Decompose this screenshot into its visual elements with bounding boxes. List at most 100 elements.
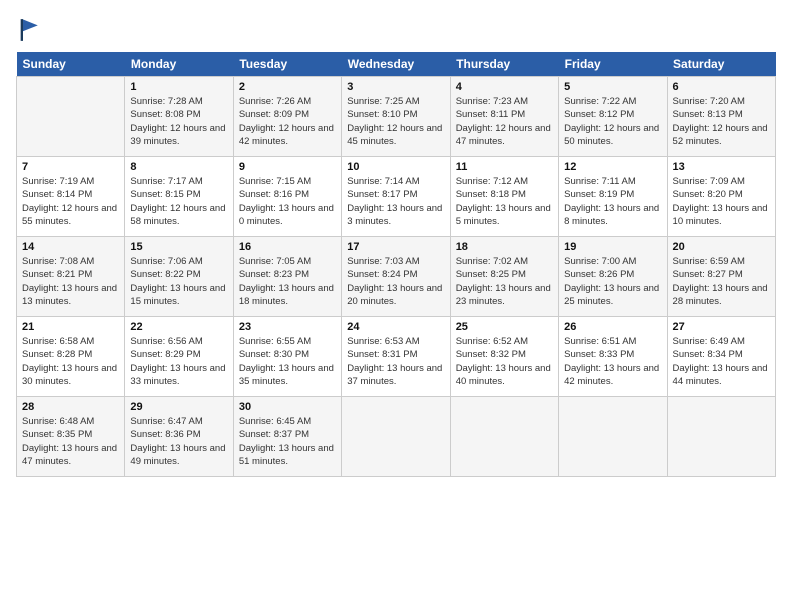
calendar-week-row: 1 Sunrise: 7:28 AMSunset: 8:08 PMDaylight… [17,77,776,157]
day-info: Sunrise: 7:14 AMSunset: 8:17 PMDaylight:… [347,175,444,228]
calendar-cell: 6 Sunrise: 7:20 AMSunset: 8:13 PMDaylight… [667,77,775,157]
calendar-cell: 29 Sunrise: 6:47 AMSunset: 8:36 PMDayligh… [125,397,233,477]
day-info: Sunrise: 6:53 AMSunset: 8:31 PMDaylight:… [347,335,444,388]
day-number: 17 [347,241,444,253]
calendar-cell: 15 Sunrise: 7:06 AMSunset: 8:22 PMDayligh… [125,237,233,317]
calendar-cell: 12 Sunrise: 7:11 AMSunset: 8:19 PMDayligh… [559,157,667,237]
day-info: Sunrise: 7:23 AMSunset: 8:11 PMDaylight:… [456,95,553,148]
day-number: 16 [239,241,336,253]
day-number: 3 [347,81,444,93]
day-info: Sunrise: 7:22 AMSunset: 8:12 PMDaylight:… [564,95,661,148]
header-monday: Monday [125,52,233,77]
header-saturday: Saturday [667,52,775,77]
calendar-cell: 5 Sunrise: 7:22 AMSunset: 8:12 PMDaylight… [559,77,667,157]
day-info: Sunrise: 7:05 AMSunset: 8:23 PMDaylight:… [239,255,336,308]
day-info: Sunrise: 6:45 AMSunset: 8:37 PMDaylight:… [239,415,336,468]
calendar-cell: 27Sunrise: 6:49 AMSunset: 8:34 PMDayligh… [667,317,775,397]
day-info: Sunrise: 7:11 AMSunset: 8:19 PMDaylight:… [564,175,661,228]
calendar-cell: 18 Sunrise: 7:02 AMSunset: 8:25 PMDayligh… [450,237,558,317]
day-number: 4 [456,81,553,93]
header [16,16,776,44]
header-tuesday: Tuesday [233,52,341,77]
logo [16,16,48,44]
day-number: 15 [130,241,227,253]
calendar-cell [342,397,450,477]
day-info: Sunrise: 7:15 AMSunset: 8:16 PMDaylight:… [239,175,336,228]
day-info: Sunrise: 7:02 AMSunset: 8:25 PMDaylight:… [456,255,553,308]
day-number: 10 [347,161,444,173]
calendar-cell: 19 Sunrise: 7:00 AMSunset: 8:26 PMDayligh… [559,237,667,317]
day-info: Sunrise: 7:25 AMSunset: 8:10 PMDaylight:… [347,95,444,148]
calendar-cell [450,397,558,477]
calendar-cell: 25Sunrise: 6:52 AMSunset: 8:32 PMDayligh… [450,317,558,397]
day-info: Sunrise: 7:12 AMSunset: 8:18 PMDaylight:… [456,175,553,228]
calendar-cell: 10 Sunrise: 7:14 AMSunset: 8:17 PMDayligh… [342,157,450,237]
calendar-cell: 30 Sunrise: 6:45 AMSunset: 8:37 PMDayligh… [233,397,341,477]
day-info: Sunrise: 6:51 AMSunset: 8:33 PMDaylight:… [564,335,661,388]
day-info: Sunrise: 6:48 AMSunset: 8:35 PMDaylight:… [22,415,119,468]
day-number: 18 [456,241,553,253]
calendar-cell: 11 Sunrise: 7:12 AMSunset: 8:18 PMDayligh… [450,157,558,237]
day-info: Sunrise: 6:58 AMSunset: 8:28 PMDaylight:… [22,335,119,388]
calendar-cell: 1 Sunrise: 7:28 AMSunset: 8:08 PMDaylight… [125,77,233,157]
generalblue-logo-icon [16,16,44,44]
calendar-cell: 20Sunrise: 6:59 AMSunset: 8:27 PMDayligh… [667,237,775,317]
calendar-week-row: 14 Sunrise: 7:08 AMSunset: 8:21 PMDayligh… [17,237,776,317]
header-wednesday: Wednesday [342,52,450,77]
calendar-cell: 17 Sunrise: 7:03 AMSunset: 8:24 PMDayligh… [342,237,450,317]
day-number: 12 [564,161,661,173]
day-number: 20 [673,241,770,253]
calendar-cell [17,77,125,157]
calendar-cell: 8Sunrise: 7:17 AMSunset: 8:15 PMDaylight… [125,157,233,237]
day-info: Sunrise: 6:55 AMSunset: 8:30 PMDaylight:… [239,335,336,388]
day-info: Sunrise: 6:52 AMSunset: 8:32 PMDaylight:… [456,335,553,388]
header-sunday: Sunday [17,52,125,77]
day-number: 29 [130,401,227,413]
day-number: 6 [673,81,770,93]
calendar-week-row: 28 Sunrise: 6:48 AMSunset: 8:35 PMDayligh… [17,397,776,477]
day-info: Sunrise: 7:28 AMSunset: 8:08 PMDaylight:… [130,95,227,148]
day-number: 11 [456,161,553,173]
day-info: Sunrise: 7:00 AMSunset: 8:26 PMDaylight:… [564,255,661,308]
day-number: 27 [673,321,770,333]
calendar-cell: 13 Sunrise: 7:09 AMSunset: 8:20 PMDayligh… [667,157,775,237]
calendar-week-row: 7 Sunrise: 7:19 AMSunset: 8:14 PMDaylight… [17,157,776,237]
day-number: 14 [22,241,119,253]
day-info: Sunrise: 7:09 AMSunset: 8:20 PMDaylight:… [673,175,770,228]
day-number: 23 [239,321,336,333]
calendar-table: SundayMondayTuesdayWednesdayThursdayFrid… [16,52,776,477]
calendar-cell: 9 Sunrise: 7:15 AMSunset: 8:16 PMDaylight… [233,157,341,237]
calendar-week-row: 21Sunrise: 6:58 AMSunset: 8:28 PMDayligh… [17,317,776,397]
day-number: 30 [239,401,336,413]
day-number: 28 [22,401,119,413]
calendar-cell: 26 Sunrise: 6:51 AMSunset: 8:33 PMDayligh… [559,317,667,397]
day-info: Sunrise: 7:26 AMSunset: 8:09 PMDaylight:… [239,95,336,148]
calendar-cell [667,397,775,477]
calendar-cell: 4 Sunrise: 7:23 AMSunset: 8:11 PMDaylight… [450,77,558,157]
calendar-header-row: SundayMondayTuesdayWednesdayThursdayFrid… [17,52,776,77]
calendar-cell: 7 Sunrise: 7:19 AMSunset: 8:14 PMDaylight… [17,157,125,237]
day-info: Sunrise: 7:17 AMSunset: 8:15 PMDaylight:… [130,175,227,228]
day-number: 7 [22,161,119,173]
calendar-cell: 2 Sunrise: 7:26 AMSunset: 8:09 PMDaylight… [233,77,341,157]
day-number: 5 [564,81,661,93]
calendar-cell: 21Sunrise: 6:58 AMSunset: 8:28 PMDayligh… [17,317,125,397]
day-number: 13 [673,161,770,173]
calendar-cell: 23 Sunrise: 6:55 AMSunset: 8:30 PMDayligh… [233,317,341,397]
day-number: 1 [130,81,227,93]
header-friday: Friday [559,52,667,77]
day-number: 2 [239,81,336,93]
header-thursday: Thursday [450,52,558,77]
day-info: Sunrise: 6:56 AMSunset: 8:29 PMDaylight:… [130,335,227,388]
day-info: Sunrise: 7:20 AMSunset: 8:13 PMDaylight:… [673,95,770,148]
day-number: 26 [564,321,661,333]
calendar-cell: 28 Sunrise: 6:48 AMSunset: 8:35 PMDayligh… [17,397,125,477]
day-info: Sunrise: 6:47 AMSunset: 8:36 PMDaylight:… [130,415,227,468]
day-number: 19 [564,241,661,253]
day-info: Sunrise: 7:06 AMSunset: 8:22 PMDaylight:… [130,255,227,308]
day-info: Sunrise: 7:08 AMSunset: 8:21 PMDaylight:… [22,255,119,308]
calendar-cell: 3 Sunrise: 7:25 AMSunset: 8:10 PMDaylight… [342,77,450,157]
day-info: Sunrise: 7:19 AMSunset: 8:14 PMDaylight:… [22,175,119,228]
day-number: 9 [239,161,336,173]
day-info: Sunrise: 7:03 AMSunset: 8:24 PMDaylight:… [347,255,444,308]
